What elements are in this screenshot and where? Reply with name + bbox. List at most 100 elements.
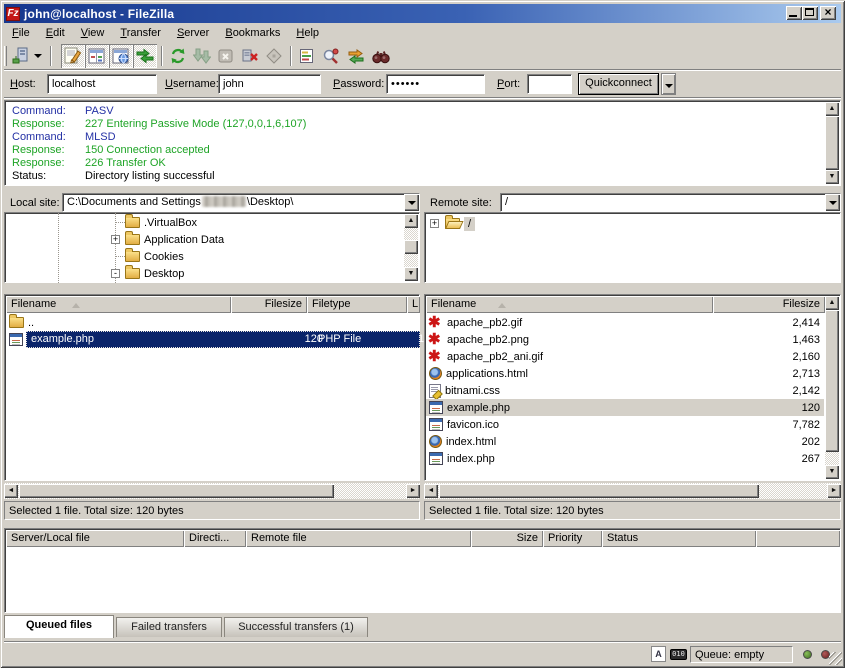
scrollbar-thumb[interactable] <box>19 484 334 498</box>
remote-path: / <box>505 196 508 208</box>
resize-grip[interactable] <box>829 652 842 665</box>
tab-queued-files[interactable]: Queued files <box>4 615 114 638</box>
local-tree-scrollbar[interactable]: ▲ ▼ <box>404 214 418 281</box>
remote-file-row[interactable]: bitnami.css2,142 <box>426 382 824 399</box>
remote-file-row[interactable]: ✱apache_pb2_ani.gif2,160 <box>426 348 824 365</box>
maximize-button[interactable] <box>802 6 818 20</box>
site-manager-dropdown-button[interactable] <box>31 44 44 68</box>
queue-column-size[interactable]: Size <box>471 530 543 547</box>
toolbar-separator <box>50 46 52 66</box>
scrollbar-thumb[interactable] <box>439 484 759 498</box>
remote-file-row[interactable]: applications.html2,713 <box>426 365 824 382</box>
directory-listing-filters-button[interactable] <box>295 44 319 68</box>
menu-file[interactable]: File <box>4 24 38 42</box>
host-input[interactable]: localhost <box>47 74 157 94</box>
minimize-button[interactable] <box>786 6 802 20</box>
process-queue-button[interactable] <box>190 44 214 68</box>
refresh-button[interactable] <box>166 44 190 68</box>
queue-column-priority[interactable]: Priority <box>543 530 602 547</box>
remote-file-row[interactable]: index.php267 <box>426 450 824 467</box>
tab-failed-transfers[interactable]: Failed transfers <box>116 617 222 637</box>
toggle-message-log-button[interactable] <box>61 44 85 68</box>
scroll-up-button[interactable]: ▲ <box>404 214 418 228</box>
remote-file-row[interactable]: ✱apache_pb2.gif2,414 <box>426 314 824 331</box>
password-input[interactable]: •••••• <box>386 74 485 94</box>
menu-bookmarks[interactable]: Bookmarks <box>217 24 288 42</box>
find-files-button[interactable] <box>369 44 393 68</box>
remote-column-filename[interactable]: Filename <box>426 296 713 313</box>
quickconnect-button[interactable]: Quickconnect <box>578 73 659 95</box>
scroll-down-button[interactable]: ▼ <box>404 267 418 281</box>
local-site-combobox[interactable]: C:\Documents and Settings\Desktop\ <box>62 193 420 212</box>
remote-site-dropdown-button[interactable] <box>825 194 840 211</box>
remote-tree-icon <box>112 48 130 65</box>
tree-item-virtualbox[interactable]: .VirtualBox <box>125 214 197 231</box>
username-input[interactable]: john <box>218 74 321 94</box>
local-site-dropdown-button[interactable] <box>404 194 419 211</box>
quickconnect-dropdown-button[interactable] <box>661 73 676 95</box>
remote-list-scrollbar[interactable]: ▲ ▼ <box>825 296 839 479</box>
tree-expander[interactable]: - <box>111 269 120 278</box>
scroll-left-button[interactable]: ◄ <box>424 484 438 498</box>
queue-column-direction[interactable]: Directi... <box>184 530 246 547</box>
site-manager-button[interactable] <box>8 44 32 68</box>
tab-successful-transfers[interactable]: Successful transfers (1) <box>224 617 368 637</box>
menu-help[interactable]: Help <box>288 24 327 42</box>
scroll-up-button[interactable]: ▲ <box>825 296 839 310</box>
tree-item-application-data[interactable]: Application Data <box>125 231 224 248</box>
folder-icon <box>125 251 140 262</box>
queue-column-status[interactable]: Status <box>602 530 756 547</box>
reconnect-button[interactable] <box>262 44 286 68</box>
scroll-down-button[interactable]: ▼ <box>825 465 839 479</box>
tree-item-desktop[interactable]: Desktop <box>125 265 184 282</box>
port-input[interactable] <box>527 74 572 94</box>
close-button[interactable]: × <box>820 6 836 20</box>
menu-transfer[interactable]: Transfer <box>112 24 169 42</box>
remote-column-filesize[interactable]: Filesize <box>713 296 825 313</box>
remote-file-row[interactable]: favicon.ico7,782 <box>426 416 824 433</box>
local-column-filename[interactable]: Filename <box>6 296 231 313</box>
remote-file-row-selected[interactable]: example.php120 <box>426 399 824 416</box>
remote-horizontal-scrollbar[interactable]: ◄ ► <box>424 483 841 499</box>
tree-item-cookies[interactable]: Cookies <box>125 248 184 265</box>
directory-comparison-icon <box>322 48 340 64</box>
local-column-filesize[interactable]: Filesize <box>231 296 307 313</box>
tree-expander[interactable]: + <box>111 235 120 244</box>
local-column-last-modified[interactable]: L <box>407 296 420 313</box>
synchronized-browsing-button[interactable] <box>344 44 368 68</box>
scrollbar-thumb[interactable] <box>825 116 839 170</box>
local-file-row-selected[interactable]: example.php 120 PHP File 1 <box>6 331 420 348</box>
tree-expander[interactable]: + <box>430 219 439 228</box>
scroll-right-button[interactable]: ► <box>406 484 420 498</box>
scroll-right-button[interactable]: ► <box>827 484 841 498</box>
menu-server[interactable]: Server <box>169 24 217 42</box>
process-queue-icon <box>193 48 211 64</box>
log-scrollbar[interactable]: ▲ ▼ <box>825 102 839 184</box>
remote-site-label: Remote site: <box>430 197 492 209</box>
disconnect-button[interactable] <box>238 44 262 68</box>
toggle-local-tree-button[interactable] <box>85 44 109 68</box>
remote-site-combobox[interactable]: / <box>500 193 841 212</box>
directory-comparison-button[interactable] <box>319 44 343 68</box>
tree-guide <box>58 213 59 283</box>
toggle-transfer-queue-button[interactable] <box>133 44 157 68</box>
tree-item-root[interactable]: / <box>445 215 475 232</box>
scroll-left-button[interactable]: ◄ <box>4 484 18 498</box>
queue-column-remote-file[interactable]: Remote file <box>246 530 471 547</box>
remote-file-row[interactable]: ✱apache_pb2.png1,463 <box>426 331 824 348</box>
scrollbar-thumb[interactable] <box>404 240 418 254</box>
scroll-up-button[interactable]: ▲ <box>825 102 839 116</box>
menu-view[interactable]: View <box>73 24 113 42</box>
scroll-down-button[interactable]: ▼ <box>825 170 839 184</box>
binary-indicator-icon: 010 <box>670 649 687 660</box>
menu-edit[interactable]: Edit <box>38 24 73 42</box>
queue-column-server-local-file[interactable]: Server/Local file <box>6 530 184 547</box>
local-column-filetype[interactable]: Filetype <box>307 296 407 313</box>
scrollbar-thumb[interactable] <box>825 310 839 452</box>
local-file-row-parent[interactable]: .. <box>6 314 420 331</box>
remote-file-row[interactable]: index.html202 <box>426 433 824 450</box>
local-horizontal-scrollbar[interactable]: ◄ ► <box>4 483 420 499</box>
toggle-remote-tree-button[interactable] <box>109 44 133 68</box>
cancel-button[interactable] <box>214 44 238 68</box>
message-log-icon <box>64 47 82 65</box>
